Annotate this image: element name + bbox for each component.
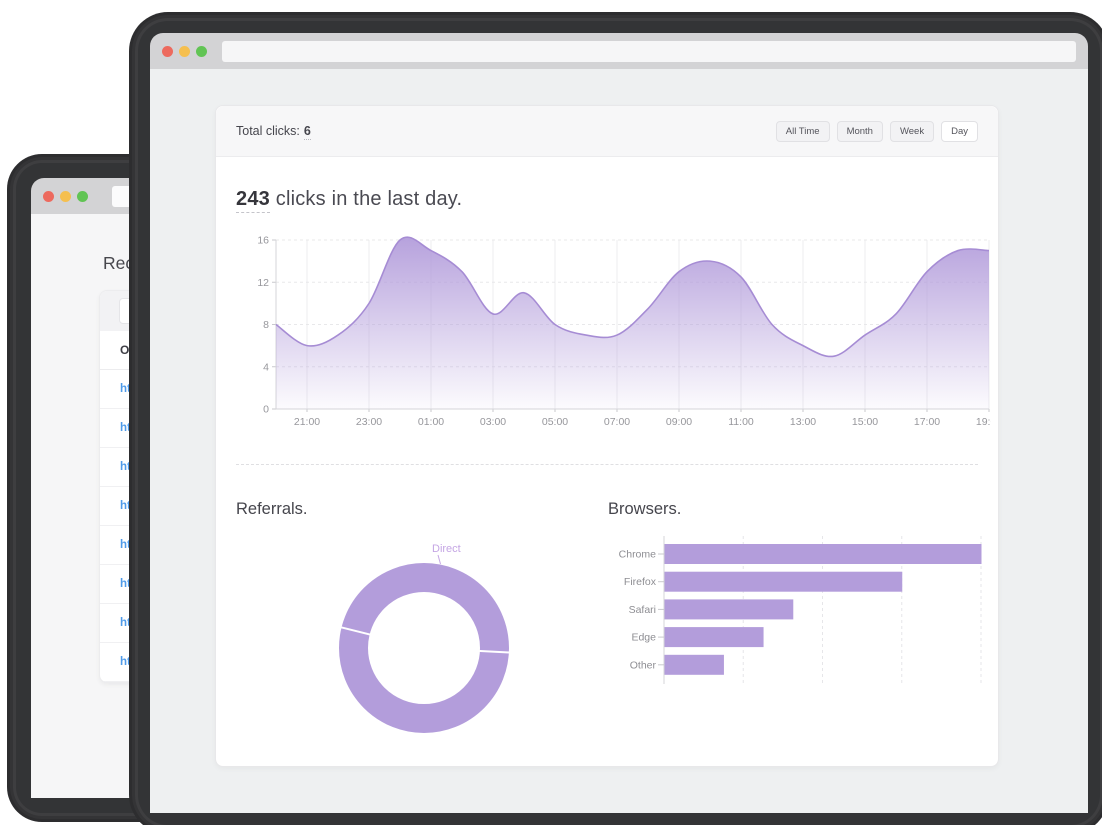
close-button-icon[interactable] <box>162 46 173 57</box>
minimize-button-icon[interactable] <box>60 191 71 202</box>
minimize-button-icon[interactable] <box>179 46 190 57</box>
analytics-card: Total clicks: 6 All Time Month Week Day 243 … <box>215 105 999 767</box>
svg-text:Firefox: Firefox <box>624 576 657 588</box>
svg-text:16: 16 <box>257 235 269 247</box>
svg-text:03:00: 03:00 <box>480 416 506 428</box>
svg-text:09:00: 09:00 <box>666 416 692 428</box>
svg-text:Direct: Direct <box>432 543 461 555</box>
referrals-title: Referrals. <box>236 500 308 519</box>
svg-text:01:00: 01:00 <box>418 416 444 428</box>
svg-text:23:00: 23:00 <box>356 416 382 428</box>
svg-text:11:00: 11:00 <box>728 416 754 428</box>
front-window-titlebar <box>150 33 1088 69</box>
browsers-title: Browsers. <box>608 500 681 519</box>
clicks-headline: 243 clicks in the last day. <box>236 188 462 211</box>
headline-count: 243 <box>236 188 270 213</box>
svg-text:21:00: 21:00 <box>294 416 320 428</box>
svg-text:Edge: Edge <box>631 632 656 644</box>
svg-text:05:00: 05:00 <box>542 416 568 428</box>
maximize-button-icon[interactable] <box>196 46 207 57</box>
svg-text:8: 8 <box>263 319 269 331</box>
close-button-icon[interactable] <box>43 191 54 202</box>
svg-text:15:00: 15:00 <box>852 416 878 428</box>
svg-text:Safari: Safari <box>629 604 656 616</box>
svg-text:Other: Other <box>630 659 657 671</box>
svg-text:12: 12 <box>257 277 269 289</box>
svg-text:4: 4 <box>263 361 269 373</box>
dashboard-page: Total clicks: 6 All Time Month Week Day 243 … <box>150 69 1088 813</box>
total-clicks-label: Total clicks: <box>236 124 300 138</box>
section-divider <box>236 464 978 465</box>
svg-text:07:00: 07:00 <box>604 416 630 428</box>
filter-week-button[interactable]: Week <box>890 121 934 142</box>
card-header: Total clicks: 6 All Time Month Week Day <box>216 106 998 157</box>
svg-text:17:00: 17:00 <box>914 416 940 428</box>
clicks-area-chart: 21:00 23:00 01:00 03:00 05:00 07:00 09:00 11:00… <box>236 234 991 432</box>
browsers-bar-chart: Chrome Firefox Safari Edge Other <box>608 536 986 736</box>
total-clicks: Total clicks: 6 <box>236 124 311 138</box>
headline-text: clicks in the last day. <box>270 188 462 210</box>
time-filter-group: All Time Month Week Day <box>776 121 978 142</box>
svg-text:0: 0 <box>263 404 269 416</box>
svg-text:13:00: 13:00 <box>790 416 816 428</box>
front-url-bar[interactable] <box>222 41 1076 62</box>
filter-day-button[interactable]: Day <box>941 121 978 142</box>
filter-all-time-button[interactable]: All Time <box>776 121 830 142</box>
maximize-button-icon[interactable] <box>77 191 88 202</box>
referrals-donut-chart: Direct <box>236 538 596 738</box>
svg-text:19:00: 19:00 <box>976 416 991 428</box>
total-clicks-value: 6 <box>304 124 311 140</box>
analytics-browser-window: Total clicks: 6 All Time Month Week Day 243 … <box>138 21 1100 825</box>
svg-text:Chrome: Chrome <box>619 549 657 561</box>
filter-month-button[interactable]: Month <box>837 121 883 142</box>
